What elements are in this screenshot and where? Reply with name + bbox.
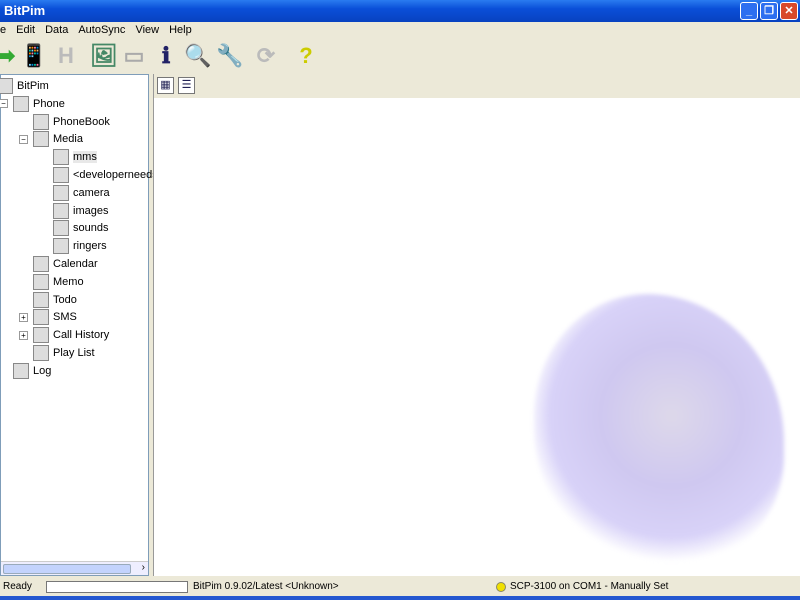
arrow-right-icon[interactable]: ➡	[0, 42, 20, 70]
tree-item-label: Phone	[33, 97, 65, 110]
tree-item-label: ringers	[73, 240, 107, 253]
monitor-icon	[53, 149, 69, 166]
add-image-icon[interactable]: 🖼	[90, 42, 118, 70]
expand-icon[interactable]: +	[19, 330, 28, 340]
media-icon	[33, 131, 49, 148]
music-note-icon	[53, 238, 69, 255]
tree-item-label: sounds	[73, 222, 109, 235]
minimize-button[interactable]: _	[740, 2, 758, 20]
history-icon[interactable]: H	[52, 42, 80, 70]
tree-item-label: images	[73, 204, 109, 217]
status-ready: Ready	[3, 581, 32, 592]
speaker-icon	[53, 220, 69, 237]
menu-autosync[interactable]: AutoSync	[78, 22, 125, 38]
tree-item-log[interactable]: Log	[13, 362, 51, 380]
tools-icon[interactable]: 🔧	[216, 42, 244, 70]
maximize-button[interactable]: ❐	[760, 2, 778, 20]
toolbar: ➡ 📱 H 🖼 ▭ ℹ 🔍 🔧 ⟳?	[0, 38, 800, 72]
phone-detect-icon[interactable]: 🔍	[184, 42, 212, 70]
todo-icon	[33, 291, 49, 308]
tree-item-ringers[interactable]: ringers	[53, 237, 107, 255]
monitor-icon	[53, 202, 69, 219]
tree-item--developerneedst[interactable]: <developerneedst	[53, 166, 161, 184]
tree-item-bitpim[interactable]: BitPim	[0, 77, 49, 95]
tree-item-label: camera	[73, 186, 110, 199]
bitpim-icon	[0, 78, 13, 94]
info-icon[interactable]: ℹ	[152, 42, 180, 70]
tree-item-label: Log	[33, 364, 52, 377]
tree-item-sounds[interactable]: sounds	[53, 219, 108, 237]
call-history-icon	[33, 327, 49, 344]
memo-icon	[33, 273, 49, 290]
menu-data[interactable]: Data	[45, 22, 68, 38]
window-title: BitPim	[4, 3, 46, 18]
refresh-icon[interactable]: ⟳	[252, 42, 280, 70]
tree-panel: BitPim − Phone PhoneBook − Media mms <developer…	[0, 74, 161, 576]
tree-item-calendar[interactable]: Calendar	[33, 255, 98, 273]
tree-item-mms[interactable]: mms	[53, 148, 97, 166]
tree-item-media[interactable]: − Media	[19, 130, 83, 148]
tree-item-label: Call History	[53, 329, 110, 342]
tree-item-label: <developerneedst	[73, 169, 161, 181]
help-icon[interactable]: ?	[292, 42, 320, 70]
tree-item-memo[interactable]: Memo	[33, 273, 84, 291]
tree-item-label: BitPim	[17, 80, 49, 92]
menu-bar: e Edit Data AutoSync View Help	[0, 22, 800, 38]
sms-icon	[33, 309, 49, 326]
tree-item-label: Todo	[53, 293, 77, 306]
camera-icon	[53, 184, 69, 201]
phonebook-icon	[33, 113, 49, 130]
tree-item-camera[interactable]: camera	[53, 184, 110, 202]
phone-send-icon[interactable]: 📱	[20, 42, 48, 70]
tree-item-label: Calendar	[53, 258, 98, 270]
content-panel: ▦ ☰	[153, 74, 800, 576]
menu-view[interactable]: View	[135, 22, 159, 38]
menu-edit[interactable]: Edit	[16, 22, 35, 38]
status-bar: Ready BitPim 0.9.02/Latest <Unknown> SCP…	[0, 578, 800, 596]
horizontal-scrollbar[interactable]: ›	[1, 561, 148, 575]
tree-item-label: Memo	[53, 275, 84, 288]
tree-item-label: PhoneBook	[53, 115, 110, 128]
phone-icon	[13, 95, 29, 112]
log-icon	[13, 362, 29, 379]
tree-item-label: SMS	[53, 311, 77, 324]
tree-item-label: mms	[73, 151, 97, 164]
tree-item-play-list[interactable]: Play List	[33, 344, 95, 362]
tree-item-sms[interactable]: + SMS	[19, 308, 77, 326]
scroll-right-icon[interactable]: ›	[142, 562, 145, 573]
tree-item-label: Media	[53, 133, 83, 146]
playlist-icon	[33, 345, 49, 361]
status-phone: SCP-3100 on COM1 - Manually Set	[510, 581, 669, 592]
tree-item-phone[interactable]: − Phone	[0, 95, 65, 113]
tree-item-todo[interactable]: Todo	[33, 291, 77, 309]
progress-bar	[46, 581, 188, 593]
menu-help[interactable]: Help	[169, 22, 192, 38]
expand-icon[interactable]: +	[19, 312, 28, 322]
status-version: BitPim 0.9.02/Latest <Unknown>	[193, 581, 339, 592]
title-bar: BitPim _ ❐ ✕	[0, 0, 800, 22]
collapse-icon[interactable]: −	[19, 134, 28, 144]
scrollbar-thumb[interactable]	[3, 564, 131, 574]
calendar-icon	[33, 256, 49, 272]
remove-icon[interactable]: ▭	[120, 42, 148, 70]
taskbar	[0, 596, 800, 600]
tree-item-call-history[interactable]: + Call History	[19, 326, 110, 344]
background-flower-watermark	[534, 294, 784, 564]
tree-item-images[interactable]: images	[53, 202, 108, 220]
tree-item-phonebook[interactable]: PhoneBook	[33, 113, 110, 131]
list-view-button[interactable]: ☰	[178, 77, 195, 94]
menu-e[interactable]: e	[0, 22, 6, 38]
monitor-icon	[53, 167, 69, 183]
phone-status-indicator-icon	[496, 582, 506, 592]
tree-item-label: Play List	[53, 347, 95, 359]
collapse-icon[interactable]: −	[0, 99, 8, 109]
close-button[interactable]: ✕	[780, 2, 798, 20]
icon-view-button[interactable]: ▦	[157, 77, 174, 94]
